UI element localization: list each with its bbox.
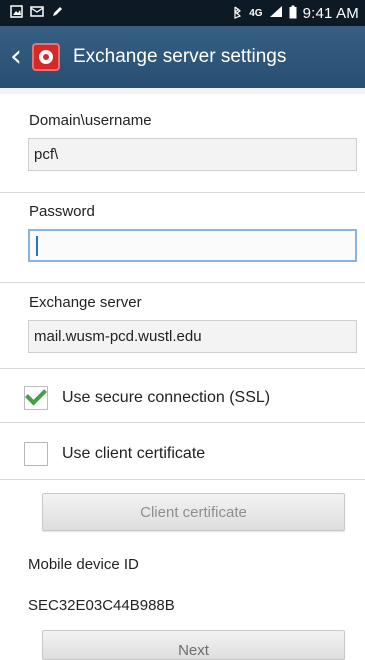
- exchange-server-value: mail.wusm-pcd.wustl.edu: [34, 328, 202, 345]
- section-divider: [0, 282, 365, 283]
- ssl-label: Use secure connection (SSL): [62, 389, 271, 406]
- section-divider: [0, 479, 365, 480]
- bluetooth-icon: [231, 5, 243, 22]
- back-arrow-icon[interactable]: ‹: [10, 42, 22, 72]
- next-button[interactable]: Next: [42, 630, 345, 660]
- signal-icon: [269, 5, 283, 21]
- client-certificate-label: Use client certificate: [62, 445, 206, 462]
- domain-username-input[interactable]: pcf\: [28, 138, 357, 171]
- client-certificate-button[interactable]: Client certificate: [42, 493, 345, 531]
- settings-form: Domain\username pcf\ Password Exchange s…: [0, 88, 365, 660]
- domain-username-label: Domain\username: [29, 112, 152, 129]
- text-cursor: [36, 236, 38, 256]
- page-title: Exchange server settings: [73, 46, 287, 67]
- domain-username-value: pcf\: [34, 146, 59, 163]
- mobile-device-id-value: SEC32E03C44B988B: [28, 597, 175, 614]
- section-divider: [0, 368, 365, 369]
- battery-icon: [289, 5, 297, 22]
- exchange-server-input[interactable]: mail.wusm-pcd.wustl.edu: [28, 320, 357, 353]
- next-button-label: Next: [178, 642, 209, 659]
- section-divider: [0, 192, 365, 193]
- status-time: 9:41 AM: [302, 4, 359, 22]
- message-icon: [30, 5, 44, 21]
- status-bar: 4G 9:41 AM: [0, 0, 365, 26]
- password-label: Password: [29, 203, 95, 220]
- status-left-icons: [10, 5, 64, 21]
- network-type: 4G: [249, 7, 263, 19]
- app-header: ‹ Exchange server settings: [0, 26, 365, 88]
- edit-icon: [51, 5, 64, 21]
- exchange-app-icon: [32, 43, 60, 71]
- ssl-option[interactable]: Use secure connection (SSL): [24, 380, 359, 416]
- exchange-server-label: Exchange server: [29, 294, 142, 311]
- mobile-device-id-label: Mobile device ID: [28, 556, 139, 573]
- client-certificate-option[interactable]: Use client certificate: [24, 436, 359, 472]
- ssl-checkbox[interactable]: [24, 386, 48, 410]
- password-input[interactable]: [28, 229, 357, 262]
- section-divider: [0, 422, 365, 423]
- status-right-icons: 4G 9:41 AM: [231, 5, 359, 22]
- client-certificate-checkbox[interactable]: [24, 442, 48, 466]
- gallery-icon: [10, 5, 23, 21]
- top-divider-strip: [0, 88, 365, 94]
